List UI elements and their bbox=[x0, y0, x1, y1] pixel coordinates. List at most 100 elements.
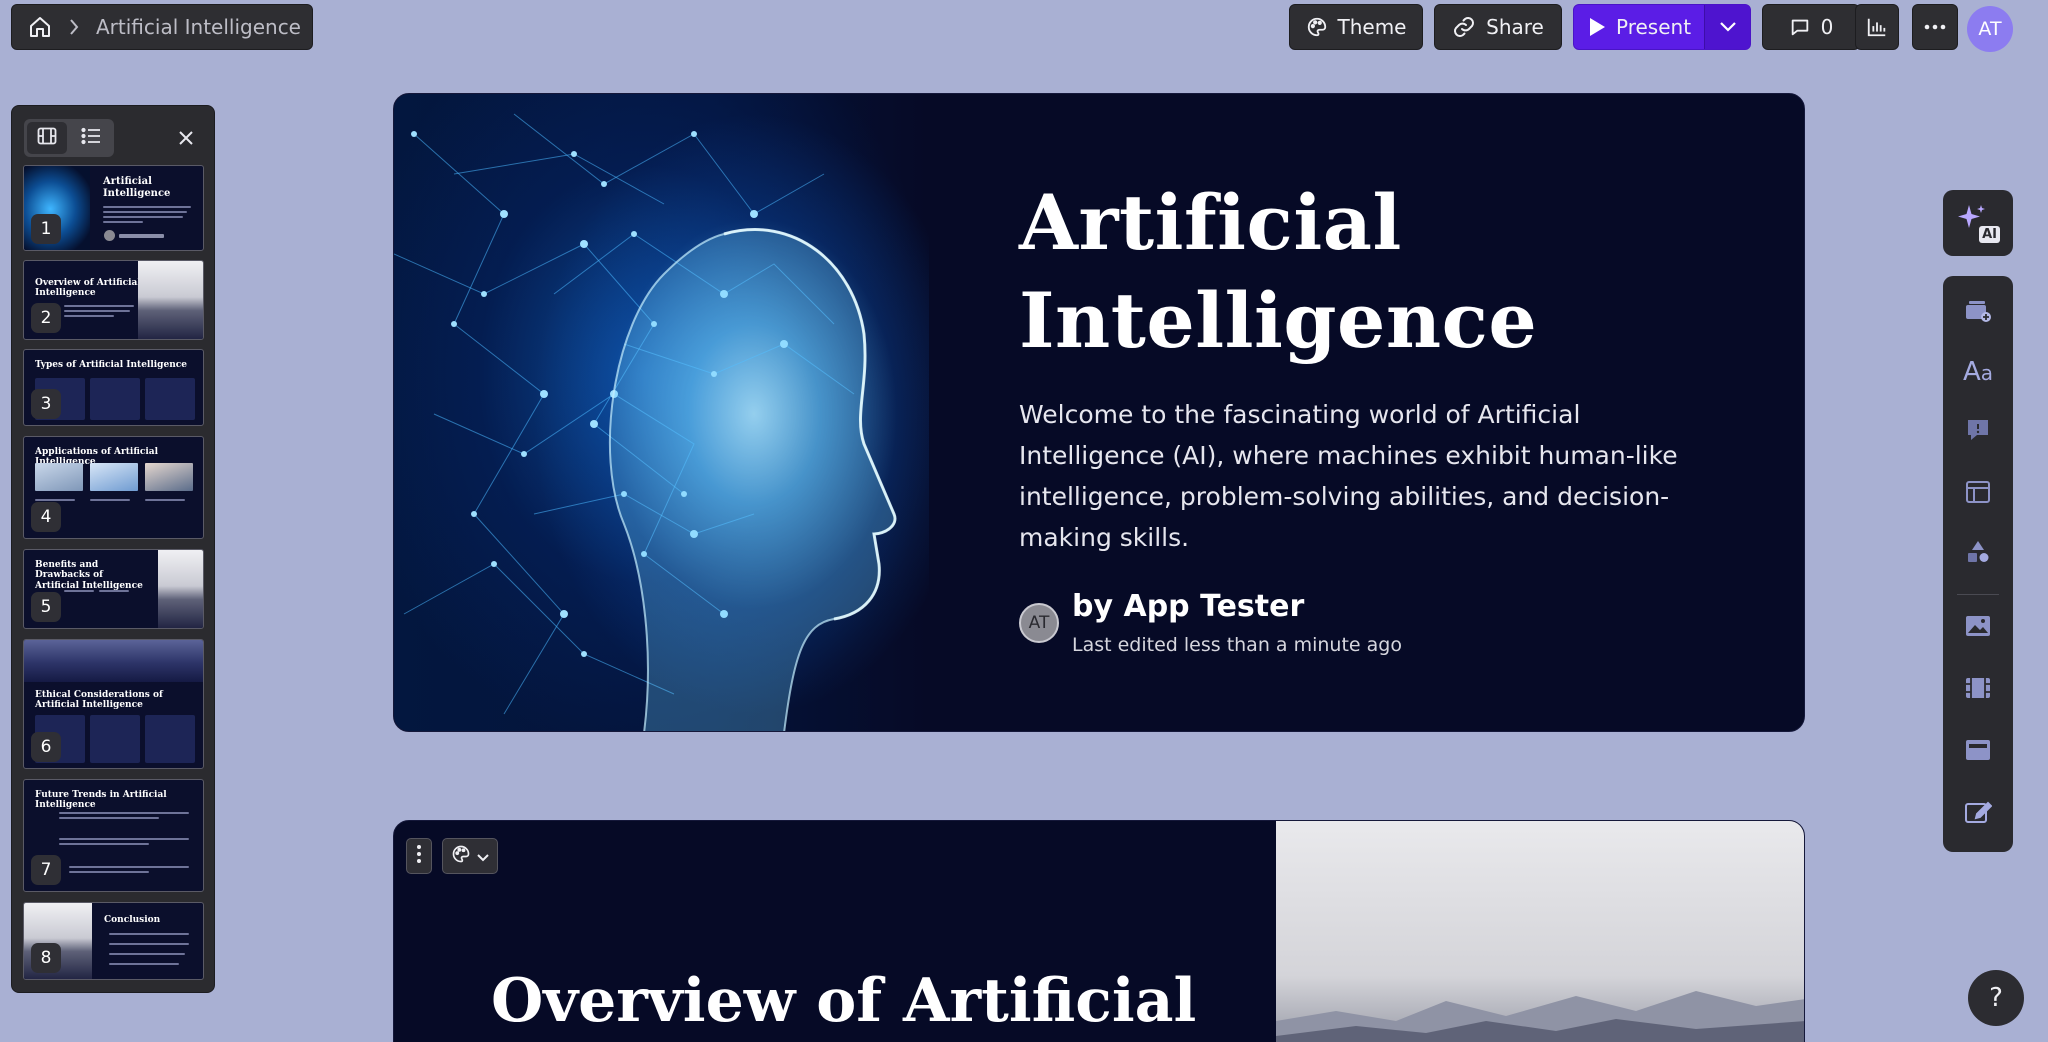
thumbnail-number: 2 bbox=[31, 303, 61, 333]
card-style-button[interactable] bbox=[442, 838, 498, 874]
theme-label: Theme bbox=[1337, 15, 1407, 39]
palette-icon bbox=[451, 844, 471, 868]
slide-2[interactable]: Overview of Artificial bbox=[393, 820, 1805, 1042]
edit-icon bbox=[1964, 799, 1993, 829]
thumbnail-title: Artificial Intelligence bbox=[103, 176, 171, 199]
text-style-icon: Aa bbox=[1962, 357, 1994, 387]
thumbnail-title: Conclusion bbox=[104, 915, 161, 925]
text-style-button[interactable]: Aa bbox=[1943, 350, 2013, 394]
layout-icon bbox=[1965, 480, 1991, 508]
user-avatar[interactable]: AT bbox=[1967, 6, 2013, 52]
list-view-button[interactable] bbox=[71, 122, 111, 154]
mountain-image bbox=[1276, 821, 1804, 1042]
ai-badge: AI bbox=[1979, 226, 2000, 243]
thumbnail-title: Benefits and Drawbacks of Artificial Int… bbox=[35, 560, 143, 591]
image-button[interactable] bbox=[1943, 606, 2013, 650]
comment-icon bbox=[1789, 16, 1811, 38]
slide-thumbnail-3[interactable]: Types of Artificial Intelligence 3 bbox=[23, 349, 204, 426]
share-button[interactable]: Share bbox=[1434, 4, 1562, 50]
vertical-dots-icon bbox=[416, 844, 422, 868]
play-icon bbox=[1588, 17, 1606, 37]
chevron-down-icon bbox=[477, 847, 489, 866]
add-card-icon bbox=[1963, 297, 1993, 327]
video-icon bbox=[1965, 677, 1991, 703]
embed-button[interactable] bbox=[1943, 730, 2013, 774]
layout-button[interactable] bbox=[1943, 472, 2013, 516]
breadcrumb-current[interactable]: Artificial Intelligence bbox=[96, 15, 301, 39]
chevron-down-icon bbox=[1719, 21, 1737, 33]
ai-assistant-button[interactable]: AI bbox=[1943, 190, 2013, 256]
present-label: Present bbox=[1616, 15, 1692, 39]
chevron-right-icon bbox=[68, 18, 80, 36]
comments-button[interactable]: 0 bbox=[1762, 4, 1860, 50]
thumbnail-title: Future Trends in Artificial Intelligence bbox=[35, 790, 167, 811]
sparkle-ai-icon: AI bbox=[1956, 203, 2000, 243]
thumbnail-title: Overview of Artificial Intelligence bbox=[35, 278, 141, 299]
thumbnail-title: Types of Artificial Intelligence bbox=[35, 360, 187, 370]
slide-thumbnail-8[interactable]: Conclusion 8 bbox=[23, 902, 204, 980]
edit-button[interactable] bbox=[1943, 792, 2013, 836]
present-options-button[interactable] bbox=[1704, 5, 1750, 49]
more-icon bbox=[1924, 24, 1946, 30]
analytics-button[interactable] bbox=[1855, 4, 1899, 50]
palette-icon bbox=[1306, 16, 1328, 38]
thumbnail-number: 4 bbox=[31, 502, 61, 532]
slide-2-title[interactable]: Overview of Artificial bbox=[491, 966, 1196, 1036]
thumbnail-title: Ethical Considerations of Artificial Int… bbox=[35, 690, 163, 711]
slide-1[interactable]: Artificial Intelligence Welcome to the f… bbox=[393, 93, 1805, 732]
card-menu-button[interactable] bbox=[406, 838, 432, 874]
slide-2-toolbar bbox=[406, 838, 498, 874]
slide-thumbnail-panel: Artificial Intelligence 1 Overview of Ar… bbox=[11, 105, 215, 993]
analytics-icon bbox=[1866, 16, 1888, 38]
filmstrip-icon bbox=[37, 127, 57, 149]
thumbnail-number: 3 bbox=[31, 389, 61, 419]
slide-thumbnail-5[interactable]: Benefits and Drawbacks of Artificial Int… bbox=[23, 549, 204, 629]
thumbnail-number: 5 bbox=[31, 592, 61, 622]
slide-title-line-2: Intelligence bbox=[1019, 276, 1538, 365]
slide-title-line-1: Artificial bbox=[1019, 178, 1402, 267]
thumbnail-image bbox=[158, 550, 203, 628]
present-button[interactable]: Present bbox=[1573, 4, 1751, 50]
close-icon bbox=[179, 126, 193, 151]
more-options-button[interactable] bbox=[1912, 4, 1958, 50]
video-button[interactable] bbox=[1943, 668, 2013, 712]
embed-icon bbox=[1965, 739, 1991, 765]
slide-subtitle[interactable]: Welcome to the fascinating world of Arti… bbox=[1019, 394, 1709, 558]
shapes-button[interactable] bbox=[1943, 532, 2013, 576]
add-card-button[interactable] bbox=[1943, 290, 2013, 334]
home-icon[interactable] bbox=[28, 15, 52, 39]
view-toggle bbox=[24, 119, 114, 157]
close-panel-button[interactable] bbox=[172, 124, 200, 152]
help-button[interactable]: ? bbox=[1968, 970, 2024, 1026]
link-icon bbox=[1452, 15, 1476, 39]
thumbnail-number: 8 bbox=[31, 943, 61, 973]
slide-thumbnail-6[interactable]: Ethical Considerations of Artificial Int… bbox=[23, 639, 204, 769]
thumbnail-number: 6 bbox=[31, 732, 61, 762]
slide-thumbnail-2[interactable]: Overview of Artificial Intelligence 2 bbox=[23, 260, 204, 340]
share-label: Share bbox=[1486, 15, 1544, 39]
callout-button[interactable] bbox=[1943, 410, 2013, 454]
image-icon bbox=[1965, 615, 1991, 641]
slide-thumbnail-1[interactable]: Artificial Intelligence 1 bbox=[23, 165, 204, 251]
breadcrumb: Artificial Intelligence bbox=[11, 4, 313, 50]
slide-thumbnail-4[interactable]: Applications of Artificial Intelligence … bbox=[23, 436, 204, 539]
thumbnail-image bbox=[138, 261, 203, 339]
thumbnail-number: 1 bbox=[31, 214, 61, 244]
slide-thumbnail-7[interactable]: Future Trends in Artificial Intelligence… bbox=[23, 779, 204, 892]
list-icon bbox=[81, 127, 101, 149]
insert-toolbar: Aa bbox=[1943, 276, 2013, 852]
comment-count: 0 bbox=[1820, 15, 1834, 39]
slide-title[interactable]: Artificial Intelligence bbox=[1019, 174, 1719, 370]
thumbnail-number: 7 bbox=[31, 855, 61, 885]
callout-icon bbox=[1965, 417, 1991, 447]
theme-button[interactable]: Theme bbox=[1289, 4, 1423, 50]
author-avatar: AT bbox=[1019, 603, 1059, 643]
shapes-icon bbox=[1965, 539, 1991, 569]
neural-network-graphic bbox=[394, 113, 897, 731]
last-edited-text: Last edited less than a minute ago bbox=[1072, 634, 1402, 656]
thumbnail-image bbox=[24, 640, 203, 682]
ai-head-image bbox=[394, 94, 929, 731]
filmstrip-view-button[interactable] bbox=[27, 122, 67, 154]
author-name[interactable]: by App Tester bbox=[1072, 589, 1304, 624]
thumbnail-image bbox=[35, 463, 83, 491]
